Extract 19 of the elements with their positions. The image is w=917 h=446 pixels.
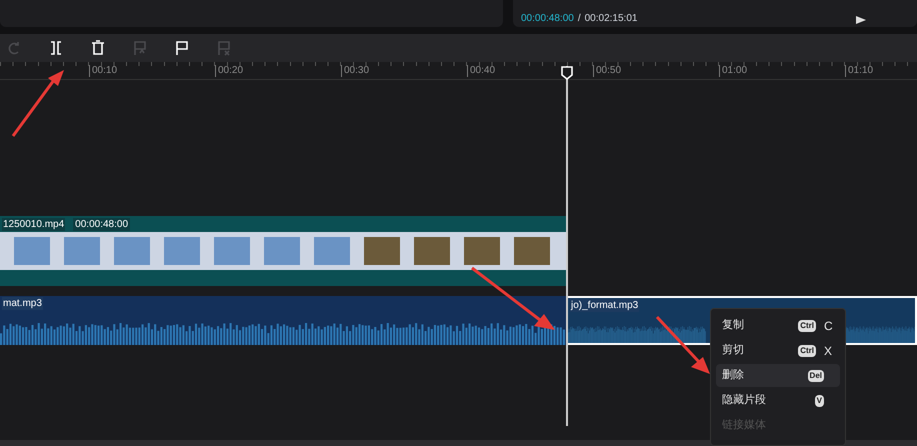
- ruler-label: 00:50: [593, 65, 719, 77]
- shortcut-key: Ctrl: [798, 344, 816, 356]
- ruler-label: 01:00: [719, 65, 845, 77]
- ruler-label: 01:10: [845, 65, 917, 77]
- current-time: 00:00:48:00: [521, 14, 574, 24]
- clip-name: jo)_format.mp3: [570, 299, 640, 312]
- time-separator: /: [578, 14, 581, 24]
- shortcut-key: Ctrl: [798, 320, 816, 332]
- ruler-label: 00:30: [341, 65, 467, 77]
- total-time: 00:02:15:01: [584, 14, 638, 24]
- shortcut-key: Del: [808, 370, 824, 382]
- clip-name: 1250010.mp4: [2, 218, 66, 231]
- shortcut-key: V: [814, 394, 824, 406]
- clip-duration: 00:00:48:00: [73, 218, 130, 231]
- ruler-label: 00:10: [89, 65, 215, 77]
- clip-name: mat.mp3: [2, 297, 43, 310]
- ruler-label: 00:20: [215, 65, 341, 77]
- shortcut-key: C: [824, 316, 834, 334]
- shortcut-key: X: [824, 342, 834, 360]
